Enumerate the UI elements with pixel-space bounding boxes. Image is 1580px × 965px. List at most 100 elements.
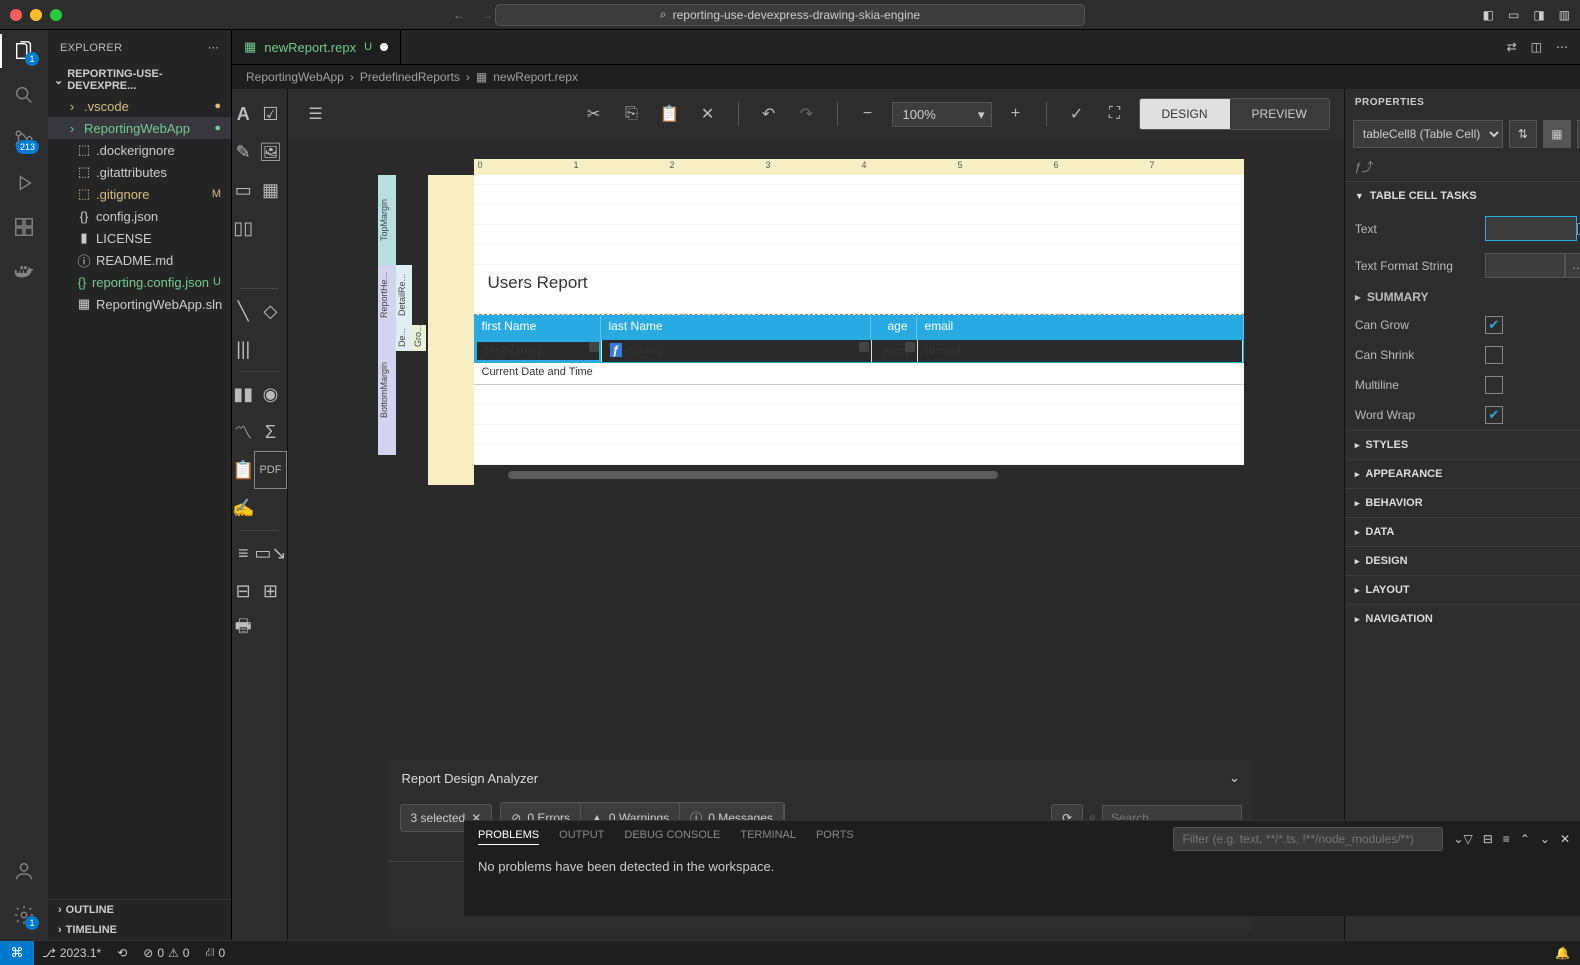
design-tab[interactable]: DESIGN — [1140, 99, 1230, 129]
gauge-tool-icon[interactable]: ◉ — [254, 375, 286, 413]
tree-item-5[interactable]: {}config.json — [48, 205, 231, 227]
table-data-row[interactable]: [firstName] ƒ[Name] [age] [email] — [474, 339, 1244, 363]
col-firstname[interactable]: first Name — [474, 315, 601, 339]
lines-tool-icon[interactable]: ≡ — [232, 534, 254, 572]
band-reportheader[interactable]: ReportHe... — [378, 265, 396, 325]
search-activity-icon[interactable] — [11, 82, 37, 108]
docker-icon[interactable] — [11, 258, 37, 284]
tree-item-7[interactable]: ⓘREADME.md — [48, 249, 231, 271]
table-header-row[interactable]: first Name last Name age email — [474, 315, 1244, 339]
pdf-tool-icon[interactable]: PDF — [254, 451, 286, 489]
tree-item-2[interactable]: ⬚.dockerignore — [48, 139, 231, 161]
section-data[interactable]: ▸DATA — [1345, 517, 1580, 546]
cell-age[interactable]: [age] — [872, 340, 918, 362]
tree-item-3[interactable]: ⬚.gitattributes — [48, 161, 231, 183]
account-icon[interactable] — [11, 858, 37, 884]
subreport-tool-icon[interactable]: ▭↘ — [254, 534, 286, 572]
command-center[interactable]: ⌕ reporting-use-devexpress-drawing-skia-… — [495, 4, 1085, 26]
maximize-window[interactable] — [50, 9, 62, 21]
forward-icon[interactable]: → — [481, 8, 493, 22]
topmargin-band[interactable] — [474, 175, 1244, 265]
panel-icon[interactable]: ▭ — [1508, 8, 1519, 22]
chevron-up-icon[interactable]: ⌃ — [1520, 832, 1530, 846]
panel-tool-icon[interactable]: ▭ — [232, 171, 254, 209]
zoom-out-icon[interactable]: − — [854, 100, 882, 128]
horizontal-scrollbar[interactable] — [508, 471, 1228, 481]
compare-icon[interactable]: ⇄ — [1507, 40, 1517, 54]
undo-icon[interactable]: ↶ — [755, 100, 783, 128]
bottommargin-band[interactable] — [474, 385, 1244, 465]
view-as-icon[interactable]: ≡ — [1503, 832, 1510, 846]
cell-email[interactable]: [email] — [918, 340, 1243, 362]
tree-item-0[interactable]: ›.vscode● — [48, 95, 231, 117]
panel-tab-ports[interactable]: PORTS — [816, 829, 854, 845]
text-input[interactable] — [1485, 216, 1577, 241]
tree-item-9[interactable]: ▦ReportingWebApp.sln — [48, 293, 231, 315]
collapse-icon[interactable]: ⌄ — [1229, 770, 1240, 786]
sigma-tool-icon[interactable]: Σ — [254, 413, 286, 451]
expression-icon[interactable]: ƒ⤴ — [1345, 152, 1580, 181]
panel-tab-terminal[interactable]: TERMINAL — [740, 829, 796, 845]
layout-icon[interactable]: ◧ — [1483, 8, 1494, 22]
crumb-1[interactable]: PredefinedReports — [360, 70, 460, 84]
band-topmargin[interactable]: TopMargin — [378, 175, 396, 265]
section-styles[interactable]: ▸STYLES — [1345, 430, 1580, 459]
band-detail[interactable]: De... — [396, 325, 412, 351]
report-title[interactable]: Users Report — [474, 265, 1244, 301]
section-layout[interactable]: ▸LAYOUT — [1345, 575, 1580, 604]
sidebar-icon[interactable]: ◨ — [1533, 8, 1544, 22]
cell-firstname[interactable]: [firstName] — [475, 340, 602, 362]
validate-icon[interactable]: ✓ — [1063, 100, 1091, 128]
settings-gear-icon[interactable]: 1 — [11, 902, 37, 928]
cell-lastname[interactable]: ƒ[Name] — [602, 340, 872, 362]
band-group[interactable]: Gro... — [412, 325, 426, 351]
section-design[interactable]: ▸DESIGN — [1345, 546, 1580, 575]
col-lastname[interactable]: last Name — [601, 315, 871, 339]
clipboard-tool-icon[interactable]: 📋 — [232, 451, 254, 489]
source-control-icon[interactable]: 213 — [11, 126, 37, 152]
tree-item-8[interactable]: {}reporting.config.jsonU — [48, 271, 231, 293]
sparkline-tool-icon[interactable]: 〽 — [232, 413, 254, 451]
close-panel-icon[interactable]: ✕ — [1560, 832, 1570, 846]
section-behavior[interactable]: ▸BEHAVIOR — [1345, 488, 1580, 517]
band-detailreport[interactable]: DetailRe... — [396, 265, 412, 325]
smart-tag-icon[interactable] — [859, 342, 869, 352]
panel-tab-problems[interactable]: PROBLEMS — [478, 829, 539, 845]
pagebreak-tool-icon[interactable]: ⊟ — [232, 572, 254, 610]
menu-icon[interactable]: ☰ — [302, 100, 330, 128]
sync-status[interactable]: ⟲ — [109, 946, 135, 960]
canshrink-checkbox[interactable] — [1485, 346, 1503, 364]
checkbox-tool-icon[interactable]: ☑ — [254, 95, 286, 133]
cut-icon[interactable]: ✂ — [580, 100, 608, 128]
folder-root[interactable]: ⌄ REPORTING-USE-DEVEXPRE... — [48, 65, 231, 95]
close-window[interactable] — [10, 9, 22, 21]
split-icon[interactable]: ◫ — [1531, 40, 1542, 54]
picture-tool-icon[interactable]: 🖼 — [254, 133, 286, 171]
label-tool-icon[interactable]: A — [232, 95, 254, 133]
signature-tool-icon[interactable]: ✍ — [232, 489, 254, 527]
timeline-section[interactable]: ›TIMELINE — [48, 920, 231, 940]
line-tool-icon[interactable]: ╲ — [232, 292, 254, 330]
wordwrap-checkbox[interactable]: ✔ — [1485, 406, 1503, 424]
preview-tab[interactable]: PREVIEW — [1230, 99, 1329, 129]
section-navigation[interactable]: ▸NAVIGATION — [1345, 604, 1580, 633]
tree-item-1[interactable]: ›ReportingWebApp● — [48, 117, 231, 139]
character-comb-icon[interactable]: ▯▯ — [232, 209, 254, 247]
back-icon[interactable]: ← — [453, 8, 465, 22]
redo-icon[interactable]: ↷ — [793, 100, 821, 128]
delete-icon[interactable]: ✕ — [694, 100, 722, 128]
table-tool-icon[interactable]: ▦ — [254, 171, 286, 209]
branch-status[interactable]: ⎇2023.1* — [34, 946, 109, 960]
col-email[interactable]: email — [917, 315, 1244, 339]
format-input[interactable] — [1485, 253, 1565, 278]
tab-newreport[interactable]: ▦ newReport.repx U — [232, 30, 401, 64]
minimize-window[interactable] — [30, 9, 42, 21]
customize-icon[interactable]: ▥ — [1559, 8, 1570, 22]
multiline-checkbox[interactable] — [1485, 376, 1503, 394]
smart-tag-icon[interactable] — [905, 342, 915, 352]
panel-tab-debug console[interactable]: DEBUG CONSOLE — [624, 829, 720, 845]
zoom-in-icon[interactable]: + — [1002, 100, 1030, 128]
categorize-icon[interactable]: ▦ — [1543, 120, 1571, 148]
element-selector[interactable]: tableCell8 (Table Cell) — [1353, 120, 1503, 148]
collapse-all-icon[interactable]: ⊟ — [1483, 832, 1493, 846]
